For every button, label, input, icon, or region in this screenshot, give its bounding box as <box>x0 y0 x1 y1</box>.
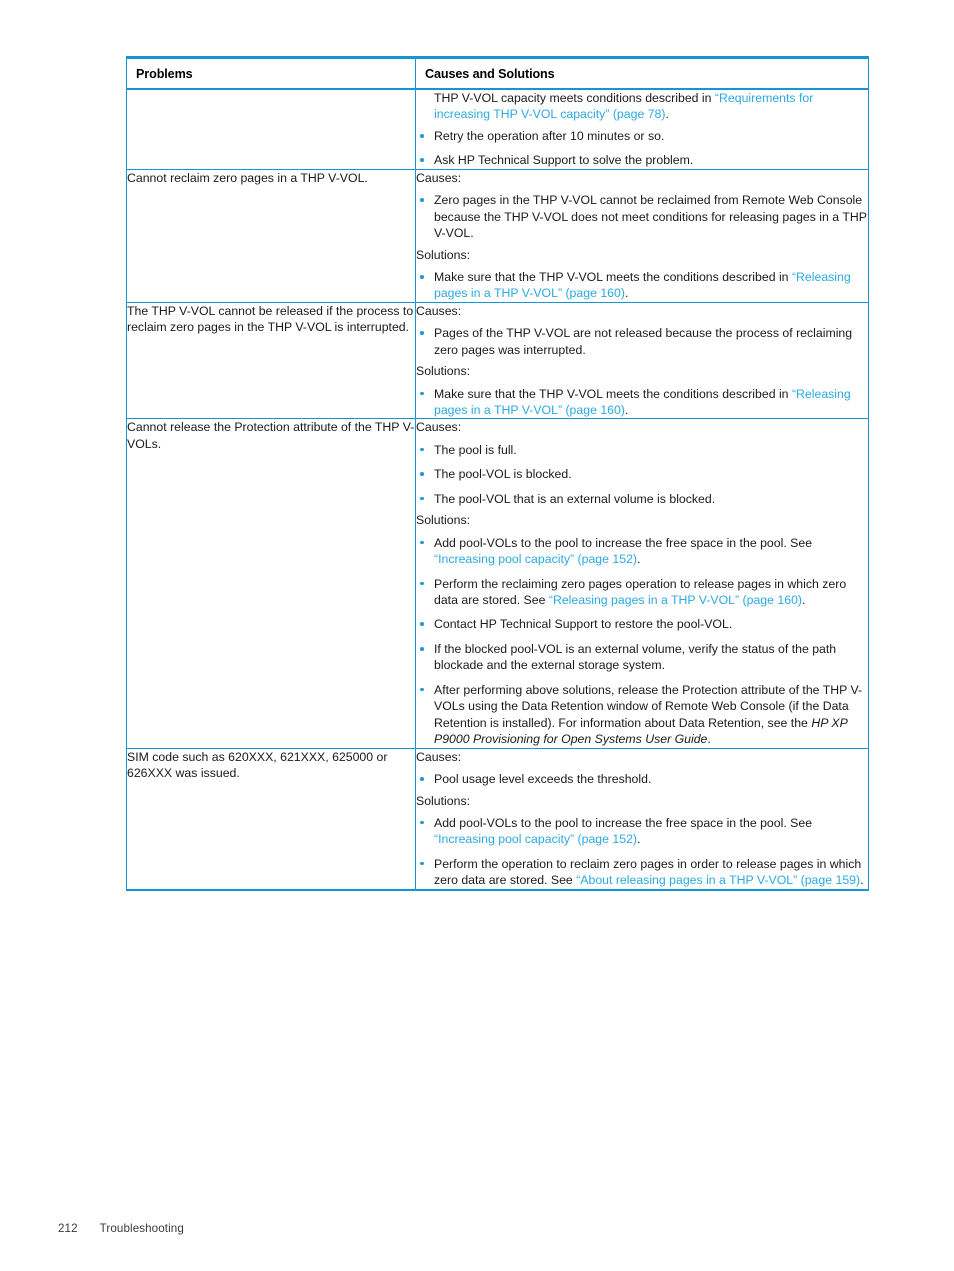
problem-cell: Cannot release the Protection attribute … <box>126 418 416 749</box>
troubleshooting-table-wrapper: Problems Causes and Solutions THP V-VOL … <box>126 56 869 891</box>
table-row: SIM code such as 620XXX, 621XXX, 625000 … <box>126 748 869 890</box>
bullet-list: Zero pages in the THP V-VOL cannot be re… <box>416 192 868 241</box>
text-run: . <box>624 286 629 301</box>
bullet-item: Contact HP Technical Support to restore … <box>416 616 868 632</box>
table-body: THP V-VOL capacity meets conditions desc… <box>126 89 869 890</box>
label-paragraph: Causes: <box>416 749 868 765</box>
cross-reference-link[interactable]: “About releasing pages in a THP V-VOL” (… <box>576 873 860 887</box>
bullet-item: Zero pages in the THP V-VOL cannot be re… <box>416 192 868 241</box>
troubleshooting-table: Problems Causes and Solutions THP V-VOL … <box>126 56 869 891</box>
text-run: . <box>637 832 641 847</box>
cross-reference-link[interactable]: “Releasing pages in a THP V-VOL” (page 1… <box>549 593 802 607</box>
bullet-list: Pool usage level exceeds the threshold. <box>416 771 868 787</box>
page-footer: 212 Troubleshooting <box>58 1222 184 1235</box>
text-run: Causes: <box>416 303 462 318</box>
text-run: Solutions: <box>416 364 471 379</box>
text-run: THP V-VOL capacity meets conditions desc… <box>434 91 715 105</box>
text-run: Causes: <box>416 170 462 185</box>
text-run: . <box>802 592 806 607</box>
table-header-row: Problems Causes and Solutions <box>126 57 869 90</box>
bullet-list: Pages of the THP V-VOL are not released … <box>416 325 868 358</box>
label-paragraph: Solutions: <box>416 247 868 263</box>
text-run: Causes: <box>416 420 462 435</box>
text-run: Make sure that the THP V-VOL meets the c… <box>434 386 792 401</box>
text-run: Causes: <box>416 749 462 764</box>
label-paragraph: Causes: <box>416 303 868 319</box>
causes-solutions-cell: THP V-VOL capacity meets conditions desc… <box>415 89 869 170</box>
causes-solutions-cell: Causes: Zero pages in the THP V-VOL canno… <box>415 169 869 303</box>
bullet-list: The pool is full. The pool-VOL is blocked… <box>416 442 868 507</box>
text-run: Solutions: <box>416 793 471 808</box>
bullet-item: Make sure that the THP V-VOL meets the c… <box>416 269 868 302</box>
bullet-item: Retry the operation after 10 minutes or … <box>416 128 868 144</box>
problem-cell: SIM code such as 620XXX, 621XXX, 625000 … <box>126 748 416 890</box>
text-run: The pool-VOL that is an external volume … <box>434 491 716 506</box>
text-run: Solutions: <box>416 247 471 262</box>
label-paragraph: Causes: <box>416 170 868 186</box>
text-run: . <box>637 552 641 567</box>
footer-section-title: Troubleshooting <box>99 1222 184 1235</box>
text-run: After performing above solutions, releas… <box>434 682 863 730</box>
text-run: The pool is full. <box>434 442 517 457</box>
footer-page-number: 212 <box>58 1222 78 1235</box>
bullet-item: Perform the reclaiming zero pages operat… <box>416 576 868 609</box>
bullet-item: Pool usage level exceeds the threshold. <box>416 771 868 787</box>
text-run: Ask HP Technical Support to solve the pr… <box>434 153 694 168</box>
column-header-problems: Problems <box>126 57 416 90</box>
label-paragraph: Solutions: <box>416 512 868 528</box>
table-row: THP V-VOL capacity meets conditions desc… <box>126 89 869 170</box>
text-run: Add pool-VOLs to the pool to increase th… <box>434 815 813 830</box>
bullet-list: Make sure that the THP V-VOL meets the c… <box>416 269 868 302</box>
causes-solutions-cell: Causes: Pool usage level exceeds the thre… <box>415 748 869 890</box>
text-run: Contact HP Technical Support to restore … <box>434 617 733 632</box>
text-run: . <box>665 107 669 122</box>
problem-cell: Cannot reclaim zero pages in a THP V-VOL… <box>126 169 416 303</box>
bullet-list: Retry the operation after 10 minutes or … <box>416 128 868 169</box>
causes-solutions-cell: Causes: Pages of the THP V-VOL are not re… <box>415 302 869 420</box>
label-paragraph: Solutions: <box>416 363 868 379</box>
bullet-item: Perform the operation to reclaim zero pa… <box>416 856 868 889</box>
label-paragraph: Causes: <box>416 419 868 435</box>
bullet-item: Pages of the THP V-VOL are not released … <box>416 325 868 358</box>
bullet-item: The pool is full. <box>416 442 868 458</box>
column-header-causes-solutions: Causes and Solutions <box>415 57 869 90</box>
bullet-list: Make sure that the THP V-VOL meets the c… <box>416 386 868 419</box>
bullet-item: After performing above solutions, releas… <box>416 682 868 748</box>
text-run: The pool-VOL is blocked. <box>434 467 572 482</box>
bullet-list: Add pool-VOLs to the pool to increase th… <box>416 535 868 748</box>
text-run: If the blocked pool-VOL is an external v… <box>434 641 837 673</box>
text-run: . <box>707 732 711 747</box>
bullet-item: Add pool-VOLs to the pool to increase th… <box>416 535 868 568</box>
table-row: Cannot release the Protection attribute … <box>126 418 869 749</box>
cross-reference-link[interactable]: “Increasing pool capacity” (page 152) <box>434 552 637 566</box>
bullet-list: Add pool-VOLs to the pool to increase th… <box>416 815 868 889</box>
text-run: Make sure that the THP V-VOL meets the c… <box>434 269 792 284</box>
bullet-item: Add pool-VOLs to the pool to increase th… <box>416 815 868 848</box>
text-run: Retry the operation after 10 minutes or … <box>434 128 665 143</box>
label-paragraph: Solutions: <box>416 793 868 809</box>
bullet-item: If the blocked pool-VOL is an external v… <box>416 641 868 674</box>
table-header: Problems Causes and Solutions <box>126 57 869 90</box>
document-page: Problems Causes and Solutions THP V-VOL … <box>0 0 954 1271</box>
bullet-item: The pool-VOL is blocked. <box>416 466 868 482</box>
problem-cell: The THP V-VOL cannot be released if the … <box>126 302 416 420</box>
causes-solutions-cell: Causes: The pool is full. The pool-VOL is … <box>415 418 869 749</box>
text-run: Pool usage level exceeds the threshold. <box>434 772 652 787</box>
table-row: The THP V-VOL cannot be released if the … <box>126 302 869 420</box>
text-run: Zero pages in the THP V-VOL cannot be re… <box>434 193 867 241</box>
cross-reference-link[interactable]: “Increasing pool capacity” (page 152) <box>434 832 637 846</box>
table-row: Cannot reclaim zero pages in a THP V-VOL… <box>126 169 869 303</box>
bullet-item: Ask HP Technical Support to solve the pr… <box>416 152 868 168</box>
lead-paragraph: THP V-VOL capacity meets conditions desc… <box>434 90 868 123</box>
text-run: Pages of the THP V-VOL are not released … <box>434 326 853 357</box>
problem-cell <box>126 89 416 170</box>
text-run: Solutions: <box>416 513 471 528</box>
text-run: . <box>624 403 629 417</box>
text-run: Add pool-VOLs to the pool to increase th… <box>434 535 813 550</box>
bullet-item: The pool-VOL that is an external volume … <box>416 491 868 507</box>
text-run: . <box>860 873 864 888</box>
bullet-item: Make sure that the THP V-VOL meets the c… <box>416 386 868 419</box>
